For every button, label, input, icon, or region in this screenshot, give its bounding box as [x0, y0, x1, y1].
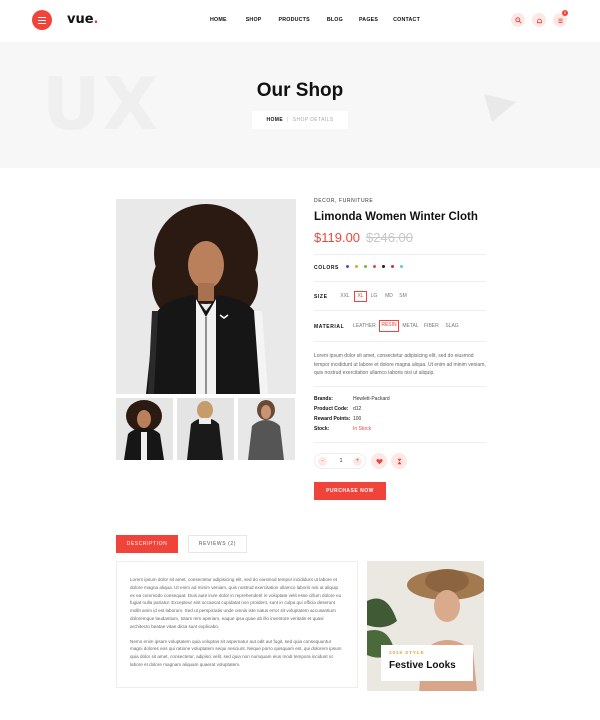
material-option[interactable]: FIBER	[424, 321, 439, 332]
tab-description[interactable]: DESCRIPTION	[116, 535, 178, 553]
nav-home[interactable]: HOME	[210, 17, 227, 23]
divider	[314, 386, 486, 387]
material-option[interactable]: SLAG	[445, 321, 459, 332]
stock-status: In Stock	[353, 426, 372, 432]
spec-label: Reward Points:	[314, 416, 351, 422]
color-swatch[interactable]	[364, 265, 367, 268]
breadcrumb: HOME | SHOP DETAILS	[252, 111, 348, 129]
description-paragraph: Nemo enim ipsam voluptatem quia voluptas…	[130, 638, 342, 667]
product-name: Limonda Women Winter Cloth	[314, 211, 478, 223]
spec-value: Hewlett-Packard	[353, 396, 390, 402]
product-thumbnail[interactable]	[116, 398, 173, 460]
material-label: MATERIAL	[314, 324, 345, 330]
decrease-quantity-button[interactable]: -	[318, 457, 327, 466]
nav-shop[interactable]: SHOP	[246, 17, 262, 23]
size-label: SIZE	[314, 294, 328, 300]
spec-label: Brands:	[314, 396, 333, 402]
size-option[interactable]: LG	[369, 291, 379, 302]
nav-pages[interactable]: PAGES	[359, 17, 378, 23]
logo-dot: .	[93, 12, 99, 27]
nav-contact[interactable]: CONTACT	[393, 17, 420, 23]
size-option[interactable]: SM	[398, 291, 408, 302]
increase-quantity-button[interactable]: +	[353, 457, 362, 466]
page-banner: UX Our Shop HOME | SHOP DETAILS	[0, 42, 600, 168]
description-panel: Lorem ipsum dolor sit amet, consectetur …	[116, 561, 358, 688]
product-thumbnail[interactable]	[238, 398, 295, 460]
menu-icon[interactable]	[32, 10, 52, 30]
product-thumbnail[interactable]	[177, 398, 234, 460]
material-option[interactable]: LEATHER	[353, 321, 376, 332]
user-icon[interactable]	[532, 13, 546, 27]
breadcrumb-separator: |	[287, 117, 289, 123]
search-icon[interactable]	[511, 13, 525, 27]
page-title: Our Shop	[256, 80, 344, 101]
promo-card: 2019 STYLE Festive Looks	[381, 645, 473, 681]
color-swatch[interactable]	[391, 265, 394, 268]
color-swatch[interactable]	[346, 265, 349, 268]
description-paragraph: Lorem ipsum dolor sit amet, consectetur …	[130, 577, 342, 629]
spec-label: Stock:	[314, 426, 330, 432]
promo-banner[interactable]: 2019 STYLE Festive Looks	[367, 561, 484, 691]
color-swatch[interactable]	[400, 265, 403, 268]
product-category[interactable]: DECOR, FURNITURE	[314, 198, 373, 204]
wishlist-heart-icon[interactable]	[371, 453, 387, 469]
divider	[314, 442, 486, 443]
divider	[314, 341, 486, 342]
promo-title: Festive Looks	[389, 660, 456, 671]
spec-value: 100	[353, 416, 362, 422]
product-old-price: $246.00	[366, 230, 413, 245]
cart-count-badge: 0	[562, 10, 568, 16]
color-swatch[interactable]	[373, 265, 376, 268]
color-swatch[interactable]	[355, 265, 358, 268]
product-price: $119.00	[314, 230, 361, 245]
quantity-value[interactable]: 1	[337, 458, 345, 464]
spec-value: d12	[353, 406, 362, 412]
logo-text: vue	[67, 12, 94, 27]
colors-label: COLORS	[314, 265, 339, 271]
site-header: vue. HOME SHOP PRODUCTS BLOG PAGES CONTA…	[0, 0, 600, 42]
nav-blog[interactable]: BLOG	[327, 17, 343, 23]
color-swatches	[346, 265, 403, 268]
main-nav: HOME SHOP PRODUCTS BLOG PAGES CONTACT	[205, 17, 420, 23]
breadcrumb-home[interactable]: HOME	[266, 117, 283, 123]
spec-label: Product Code:	[314, 406, 349, 412]
divider	[314, 254, 486, 255]
compare-icon[interactable]	[391, 453, 407, 469]
size-option-selected[interactable]: XL	[354, 291, 367, 302]
divider	[314, 281, 486, 282]
quantity-stepper: - 1 +	[314, 453, 366, 469]
purchase-now-button[interactable]: PURCHASE NOW	[314, 482, 386, 500]
nav-products[interactable]: PRODUCTS	[279, 17, 310, 23]
size-option[interactable]: MD	[383, 291, 395, 302]
tab-reviews[interactable]: REVIEWS (2)	[188, 535, 247, 553]
color-swatch[interactable]	[382, 265, 385, 268]
material-option-selected[interactable]: RESIN	[379, 320, 399, 332]
material-option[interactable]: METAL	[402, 321, 419, 332]
divider	[314, 310, 486, 311]
banner-watermark: UX	[42, 62, 160, 146]
promo-kicker: 2019 STYLE	[389, 651, 425, 656]
logo[interactable]: vue.	[67, 12, 99, 27]
product-description: Lorem ipsum dolor sit amet, consectetur …	[314, 353, 486, 377]
size-option[interactable]: XXL	[338, 291, 352, 302]
product-main-image[interactable]	[116, 199, 296, 394]
breadcrumb-current: SHOP DETAILS	[292, 117, 334, 123]
